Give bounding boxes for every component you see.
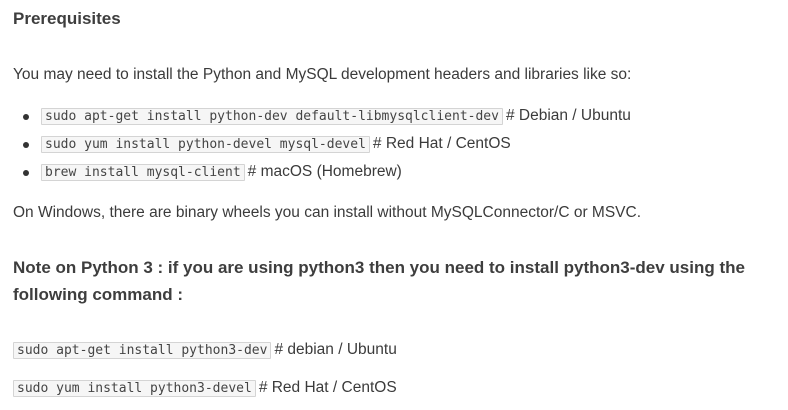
install-command-list: sudo apt-get install python-dev default-… bbox=[13, 104, 631, 188]
install-command-code[interactable]: brew install mysql-client bbox=[41, 164, 245, 181]
list-item: sudo yum install python-devel mysql-deve… bbox=[13, 132, 631, 160]
python3-command-line: sudo apt-get install python3-dev # debian… bbox=[13, 338, 397, 363]
platform-comment: # Red Hat / CentOS bbox=[258, 379, 397, 396]
platform-comment: # macOS (Homebrew) bbox=[247, 163, 402, 180]
install-command-code[interactable]: sudo yum install python-devel mysql-deve… bbox=[41, 136, 370, 153]
install-command-code[interactable]: sudo apt-get install python-dev default-… bbox=[41, 108, 503, 125]
list-item: sudo apt-get install python-dev default-… bbox=[13, 104, 631, 132]
bullet-icon bbox=[23, 170, 29, 176]
intro-paragraph: You may need to install the Python and M… bbox=[13, 66, 632, 83]
platform-comment: # debian / Ubuntu bbox=[274, 341, 397, 358]
list-item: brew install mysql-client # macOS (Homebr… bbox=[13, 160, 631, 188]
python3-command-code[interactable]: sudo yum install python3-devel bbox=[13, 380, 256, 397]
page-title: Prerequisites bbox=[13, 9, 121, 28]
windows-note: On Windows, there are binary wheels you … bbox=[13, 204, 642, 221]
platform-comment: # Red Hat / CentOS bbox=[372, 135, 511, 152]
python3-command-line: sudo yum install python3-devel # Red Hat … bbox=[13, 376, 397, 401]
python3-command-code[interactable]: sudo apt-get install python3-dev bbox=[13, 342, 272, 359]
bullet-icon bbox=[23, 114, 29, 120]
platform-comment: # Debian / Ubuntu bbox=[505, 107, 631, 124]
bullet-icon bbox=[23, 142, 29, 148]
python3-note-heading: Note on Python 3 : if you are using pyth… bbox=[13, 258, 745, 304]
